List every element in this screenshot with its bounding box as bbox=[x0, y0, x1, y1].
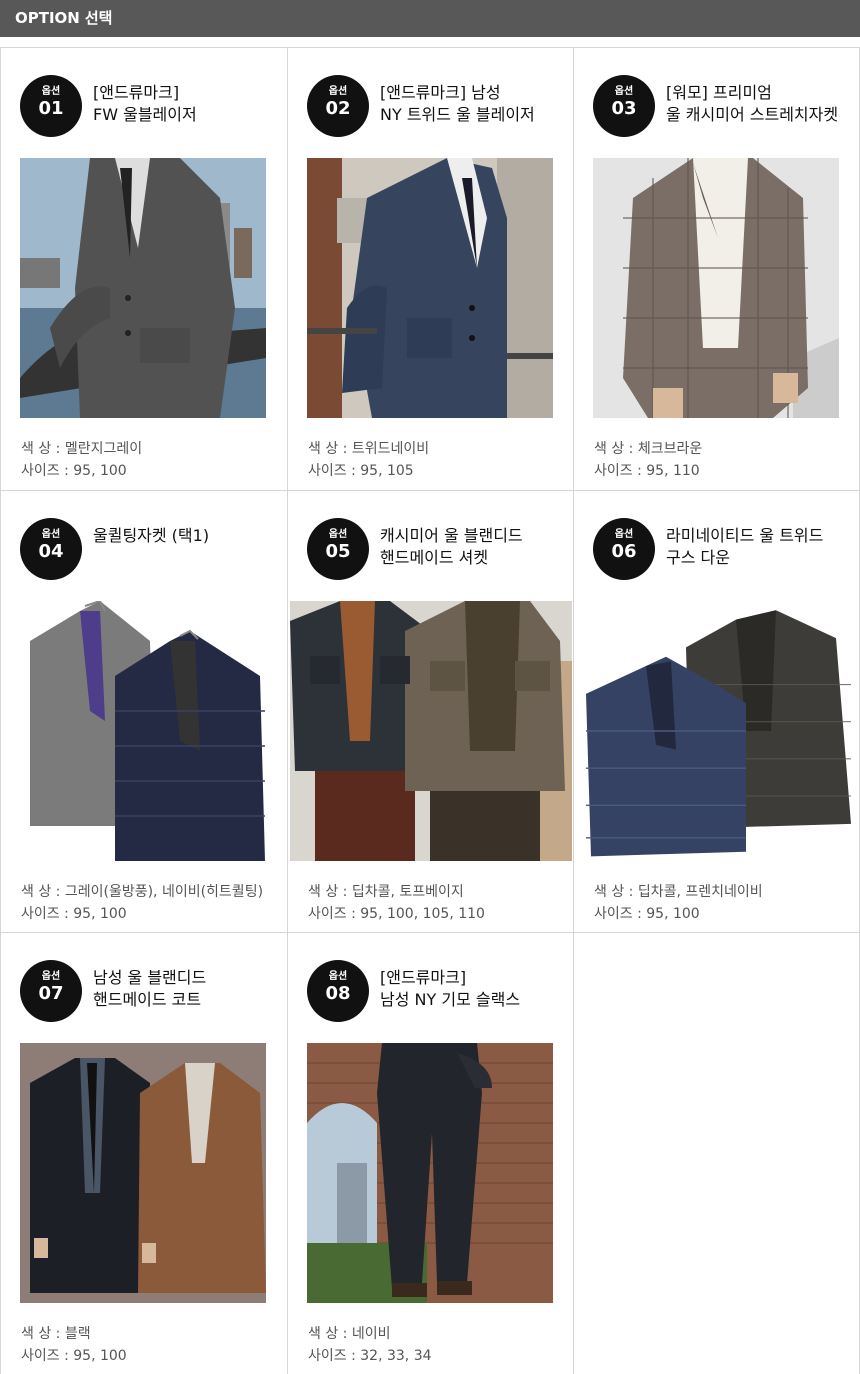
wool-coats-photo bbox=[20, 1043, 266, 1303]
option-number: 03 bbox=[611, 98, 637, 119]
gray-wool-blazer-photo bbox=[20, 158, 266, 418]
option-grid: 옵션 01 [앤드류마크] FW 울블레이저 색 상: 멜란지그레이 사이즈 … bbox=[0, 47, 860, 1374]
option-badge: 옵션 05 bbox=[307, 518, 369, 580]
option-number: 04 bbox=[38, 541, 64, 562]
option-size: 사이즈 : 95, 110 bbox=[594, 463, 700, 479]
header-title-ko: 선택 bbox=[84, 9, 113, 27]
option-size: 사이즈 : 95, 100 bbox=[21, 1348, 127, 1364]
option-badge: 옵션 04 bbox=[20, 518, 82, 580]
option-badge: 옵션 06 bbox=[593, 518, 655, 580]
option-number: 08 bbox=[325, 983, 351, 1004]
brown-check-jacket-photo bbox=[593, 158, 839, 418]
option-color: 색 상 : 네이비 bbox=[308, 1326, 391, 1342]
option-title: [워모] 프리미엄 울 캐시미어 스트레치자켓 bbox=[666, 83, 839, 124]
option-card-03[interactable]: 옵션 03 [워모] 프리미엄 울 캐시미어 스트레치자켓 색 상: 체크브라… bbox=[574, 48, 860, 491]
option-card-02[interactable]: 옵션 02 [앤드류마크] 남성 NY 트위드 울 블레이저 색 상: 트위드… bbox=[288, 48, 574, 491]
goose-down-jackets-photo bbox=[576, 601, 858, 861]
option-badge: 옵션 02 bbox=[307, 75, 369, 137]
option-badge: 옵션 08 bbox=[307, 960, 369, 1022]
option-number: 05 bbox=[325, 541, 351, 562]
option-color: 색 상 : 멜란지그레이 bbox=[21, 441, 143, 457]
option-color: 색 상 : 체크브라운 bbox=[594, 441, 703, 457]
option-number: 07 bbox=[38, 983, 64, 1004]
option-color: 색 상 : 딥차콜, 토프베이지 bbox=[308, 884, 464, 900]
option-header: OPTION 선택 bbox=[0, 0, 860, 37]
option-size: 사이즈 : 95, 105 bbox=[308, 463, 414, 479]
option-title: [앤드류마크] 남성 NY 트위드 울 블레이저 bbox=[380, 83, 535, 124]
navy-tweed-blazer-photo bbox=[307, 158, 553, 418]
option-title: 라미네이티드 울 트위드 구스 다운 bbox=[666, 526, 824, 567]
header-title-en: OPTION bbox=[15, 9, 80, 27]
option-badge: 옵션 01 bbox=[20, 75, 82, 137]
option-color: 색 상 : 딥차콜, 프렌치네이비 bbox=[594, 884, 763, 900]
option-number: 02 bbox=[325, 98, 351, 119]
quilted-jackets-photo bbox=[20, 601, 266, 861]
option-size: 사이즈 : 95, 100 bbox=[594, 906, 700, 922]
navy-slacks-photo bbox=[307, 1043, 553, 1303]
option-color: 색 상 : 그레이(울방풍), 네이비(히트퀼팅) bbox=[21, 884, 264, 900]
option-number: 06 bbox=[611, 541, 637, 562]
option-title: 남성 울 블랜디드 핸드메이드 코트 bbox=[93, 968, 207, 1009]
option-card-01[interactable]: 옵션 01 [앤드류마크] FW 울블레이저 색 상: 멜란지그레이 사이즈 … bbox=[1, 48, 288, 491]
option-title: [앤드류마크] 남성 NY 기모 슬랙스 bbox=[380, 968, 521, 1009]
option-size: 사이즈 : 95, 100, 105, 110 bbox=[308, 906, 485, 922]
option-color: 색 상 : 트위드네이비 bbox=[308, 441, 430, 457]
option-size: 사이즈 : 32, 33, 34 bbox=[308, 1348, 432, 1364]
option-card-07[interactable]: 옵션 07 남성 울 블랜디드 핸드메이드 코트 색 상 : 블랙 사이즈 : … bbox=[1, 933, 288, 1374]
option-size: 사이즈 : 95, 100 bbox=[21, 463, 127, 479]
option-card-04[interactable]: 옵션 04 울퀼팅자켓 (택1) 색 상: 그레이(울방풍), 네이비(히트퀼… bbox=[1, 491, 288, 933]
option-title: [앤드류마크] FW 울블레이저 bbox=[93, 83, 197, 124]
option-card-05[interactable]: 옵션 05 캐시미어 울 블랜디드 핸드메이드 셔켓 색 상: 딥차콜, 토프… bbox=[288, 491, 574, 933]
empty-option-slot bbox=[574, 933, 860, 1374]
option-badge: 옵션 03 bbox=[593, 75, 655, 137]
option-title: 캐시미어 울 블랜디드 핸드메이드 셔켓 bbox=[380, 526, 523, 567]
option-size: 사이즈 : 95, 100 bbox=[21, 906, 127, 922]
option-title: 울퀼팅자켓 (택1) bbox=[93, 526, 210, 545]
option-badge: 옵션 07 bbox=[20, 960, 82, 1022]
shirt-jackets-photo bbox=[290, 601, 572, 861]
option-color: 색 상 : 블랙 bbox=[21, 1326, 91, 1342]
option-card-06[interactable]: 옵션 06 라미네이티드 울 트위드 구스 다운 색 상: 딥차콜, 프렌치네… bbox=[574, 491, 860, 933]
option-number: 01 bbox=[38, 98, 64, 119]
option-card-08[interactable]: 옵션 08 [앤드류마크] 남성 NY 기모 슬랙스 색 상: 네이비 사이즈… bbox=[288, 933, 574, 1374]
